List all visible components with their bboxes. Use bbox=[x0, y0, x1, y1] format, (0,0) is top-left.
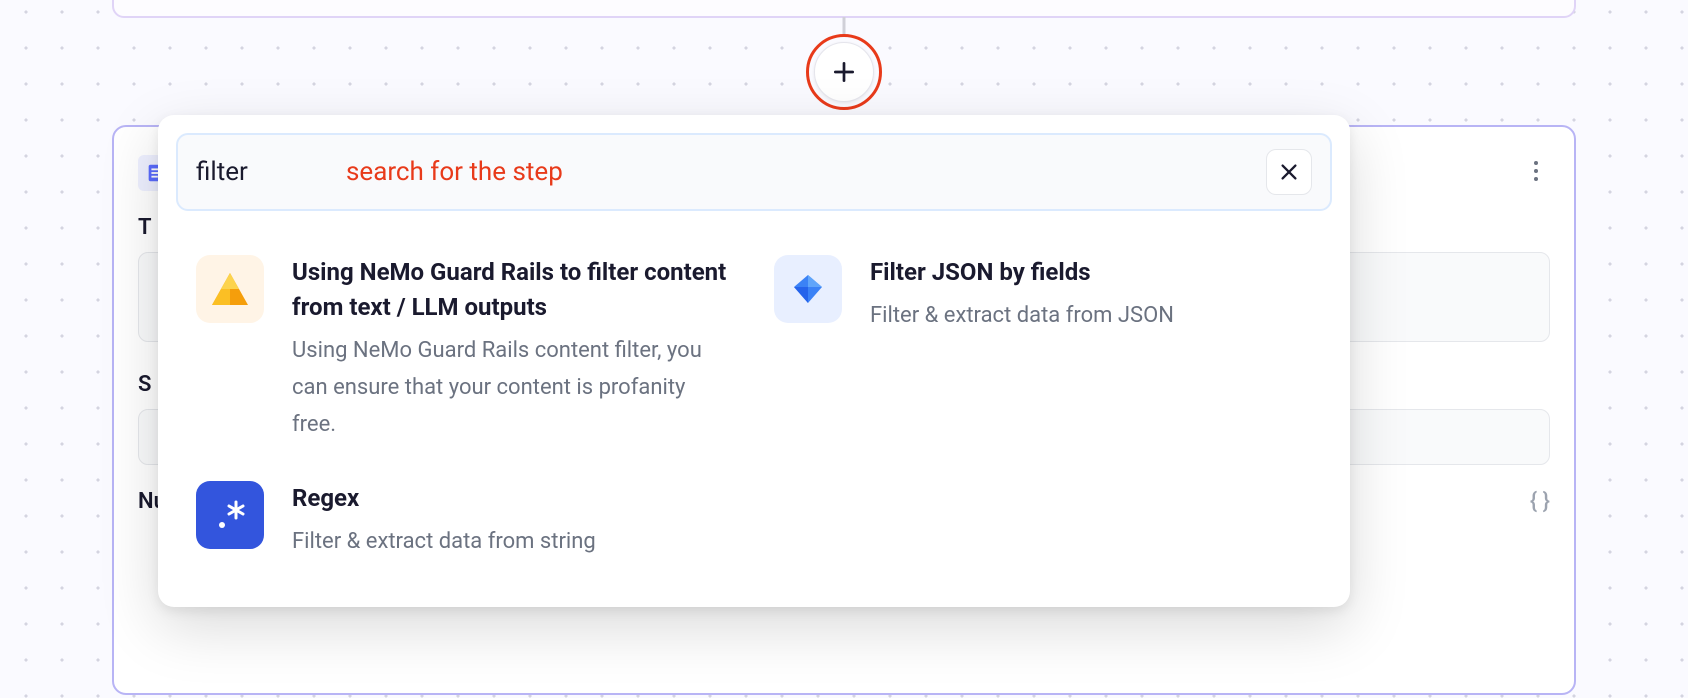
result-title: Using NeMo Guard Rails to filter content… bbox=[292, 255, 734, 325]
add-step-button[interactable] bbox=[806, 34, 882, 110]
braces-icon[interactable]: { } bbox=[1530, 489, 1550, 514]
search-annotation: search for the step bbox=[346, 157, 563, 187]
result-description: Using NeMo Guard Rails content filter, y… bbox=[292, 333, 734, 444]
search-input[interactable] bbox=[196, 157, 346, 187]
result-regex[interactable]: Regex Filter & extract data from string bbox=[196, 481, 734, 561]
clear-search-button[interactable] bbox=[1266, 149, 1312, 195]
kebab-menu[interactable] bbox=[1522, 157, 1550, 185]
results-grid: Using NeMo Guard Rails to filter content… bbox=[176, 211, 1332, 589]
previous-step-card bbox=[112, 0, 1576, 18]
result-filter-json[interactable]: Filter JSON by fields Filter & extract d… bbox=[774, 255, 1312, 443]
pyramid-icon bbox=[196, 255, 264, 323]
close-icon bbox=[1278, 161, 1300, 183]
result-nemo-guardrails[interactable]: Using NeMo Guard Rails to filter content… bbox=[196, 255, 734, 443]
diamond-icon bbox=[774, 255, 842, 323]
result-title: Regex bbox=[292, 481, 734, 516]
add-step-inner bbox=[814, 42, 874, 102]
result-description: Filter & extract data from JSON bbox=[870, 298, 1312, 335]
result-description: Filter & extract data from string bbox=[292, 524, 734, 561]
regex-icon bbox=[196, 481, 264, 549]
search-row: search for the step bbox=[176, 133, 1332, 211]
result-title: Filter JSON by fields bbox=[870, 255, 1312, 290]
step-search-popover: search for the step Using NeMo Guard Rai… bbox=[158, 115, 1350, 607]
plus-icon bbox=[831, 59, 857, 85]
